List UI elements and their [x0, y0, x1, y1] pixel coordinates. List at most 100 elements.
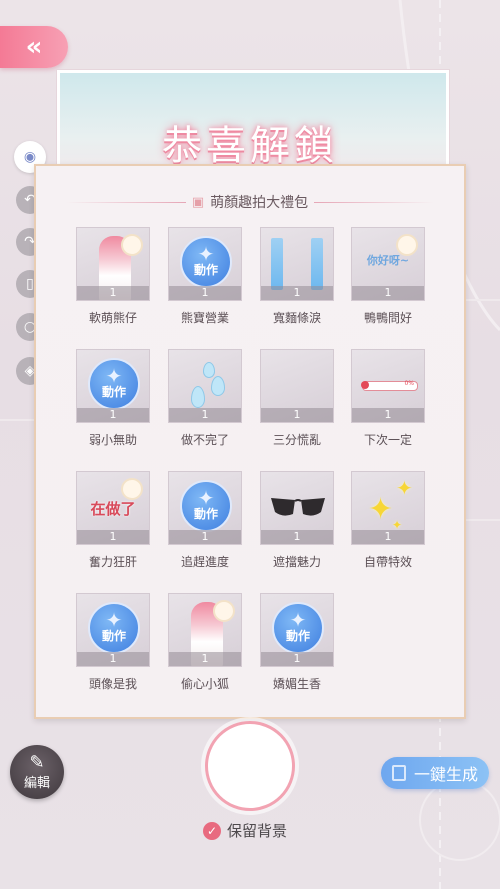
reward-thumbnail: 1: [260, 471, 334, 545]
reward-item-name: 鴨鴨問好: [363, 311, 412, 325]
tear-stream-icon: [271, 238, 283, 290]
reward-item-name: 奮力狂肝: [88, 555, 137, 569]
reward-item-name: 自帶特效: [363, 555, 412, 569]
reward-item[interactable]: 你好呀~ 1 鴨鴨問好: [351, 227, 425, 326]
reward-item-name: 下次一定: [363, 433, 412, 447]
generate-label: 一鍵生成: [413, 765, 478, 784]
reward-item[interactable]: 在做了 1 奮力狂肝: [76, 471, 150, 570]
action-badge: ✦ 動作: [88, 358, 140, 410]
back-button[interactable]: «: [0, 26, 68, 68]
reward-thumbnail: 1: [168, 593, 242, 667]
item-count: 1: [169, 286, 241, 300]
reward-item-name: 弱小無助: [88, 433, 137, 447]
reward-thumbnail: ✦ 動作 1: [76, 593, 150, 667]
item-count: 1: [261, 652, 333, 666]
sunglasses-icon: [271, 498, 325, 516]
reward-item-name: 嬌媚生香: [272, 677, 321, 691]
flower-icon: [121, 234, 143, 256]
keep-background-toggle[interactable]: ✓ 保留背景: [203, 820, 287, 841]
reward-thumbnail: 0% 1: [351, 349, 425, 423]
item-count: 1: [77, 652, 149, 666]
reward-item[interactable]: 1 做不完了: [168, 349, 242, 448]
figure-icon: ✦: [197, 486, 215, 510]
item-count: 1: [352, 530, 424, 544]
reward-thumbnail: ✦ 動作 1: [76, 349, 150, 423]
figure-icon: ✦: [197, 242, 215, 266]
reward-thumbnail: 1: [76, 227, 150, 301]
reward-item-name: 做不完了: [180, 433, 229, 447]
keep-background-label: 保留背景: [227, 822, 288, 840]
reward-item-name: 熊寶營業: [180, 311, 229, 325]
progress-bar-icon: 0%: [361, 380, 418, 391]
item-count: 1: [261, 530, 333, 544]
progress-percent: 0%: [404, 380, 414, 387]
tear-stream-icon: [311, 238, 323, 290]
item-count: 1: [169, 530, 241, 544]
generate-button[interactable]: 一鍵生成: [381, 757, 489, 789]
drop-icon: [191, 386, 205, 408]
reward-thumbnail: ✦ 動作 1: [168, 471, 242, 545]
item-count: 1: [261, 408, 333, 422]
reward-item[interactable]: 1 軟萌熊仔: [76, 227, 150, 326]
reward-item[interactable]: ✦ 動作 1 弱小無助: [76, 349, 150, 448]
item-count: 1: [169, 408, 241, 422]
reward-thumbnail: 1: [168, 349, 242, 423]
unlock-banner-title: 恭喜解鎖: [162, 123, 338, 169]
drop-icon: [203, 362, 215, 378]
reward-item-name: 偷心小狐: [180, 677, 229, 691]
reward-item[interactable]: 1 三分慌亂: [260, 349, 334, 448]
document-icon: [391, 765, 406, 781]
check-icon: ✓: [203, 821, 221, 840]
reward-thumbnail: 1: [260, 349, 334, 423]
item-count: 1: [77, 530, 149, 544]
divider: [314, 201, 435, 203]
item-count: 1: [77, 408, 149, 422]
double-chevron-left-icon: «: [25, 32, 43, 62]
reward-panel: ▣ 萌顏趣拍大禮包 1 軟萌熊仔 ✦ 動作 1 熊寶營業 1 寬麵條淚 你好呀~ 1 鴨鴨問好 ✦ 動作…: [34, 164, 466, 719]
item-count: 1: [169, 652, 241, 666]
reward-item[interactable]: 1 寬麵條淚: [260, 227, 334, 326]
flower-icon: [121, 478, 143, 500]
word-art: 你好呀~: [366, 254, 410, 267]
item-count: 1: [261, 286, 333, 300]
reward-item-name: 追趕進度: [180, 555, 229, 569]
reward-thumbnail: 在做了 1: [76, 471, 150, 545]
reward-item[interactable]: ✦ 動作 1 嬌媚生香: [260, 593, 334, 692]
reward-item[interactable]: ✦ 動作 1 頭像是我: [76, 593, 150, 692]
panel-title: 萌顏趣拍大禮包: [210, 195, 309, 211]
reward-thumbnail: 1: [260, 227, 334, 301]
reward-thumbnail: ✦ 動作 1: [168, 227, 242, 301]
pen-icon: ✎: [29, 751, 45, 773]
drop-icon: [211, 376, 225, 396]
action-badge: ✦ 動作: [272, 602, 324, 654]
edit-button[interactable]: ✎ 編輯: [10, 745, 64, 799]
flower-icon: [213, 600, 235, 622]
figure-icon: ✦: [105, 608, 123, 632]
gift-icon: ▣: [191, 194, 205, 210]
reward-item[interactable]: 0% 1 下次一定: [351, 349, 425, 448]
reward-thumbnail: 你好呀~ 1: [351, 227, 425, 301]
reward-thumbnail: ✦ 動作 1: [260, 593, 334, 667]
progress-dot: [361, 381, 369, 389]
reward-item-name: 寬麵條淚: [272, 311, 321, 325]
action-badge: ✦ 動作: [180, 480, 232, 532]
reward-item[interactable]: 1 遮擋魅力: [260, 471, 334, 570]
item-count: 1: [352, 408, 424, 422]
item-count: 1: [352, 286, 424, 300]
reward-item-name: 頭像是我: [88, 677, 137, 691]
panel-header: ▣ 萌顏趣拍大禮包: [36, 192, 464, 212]
reward-thumbnail: ✦ ✦ ✦ 1: [351, 471, 425, 545]
action-badge: ✦ 動作: [88, 602, 140, 654]
figure-icon: ✦: [105, 364, 123, 388]
sparkle-icon: ✦: [368, 492, 394, 527]
word-art: 在做了: [90, 500, 136, 518]
reward-item[interactable]: ✦ 動作 1 追趕進度: [168, 471, 242, 570]
item-count: 1: [77, 286, 149, 300]
sparkle-icon: ✦: [396, 476, 413, 500]
reward-item-name: 軟萌熊仔: [88, 311, 137, 325]
figure-icon: ✦: [289, 608, 307, 632]
reward-item[interactable]: ✦ ✦ ✦ 1 自帶特效: [351, 471, 425, 570]
shutter-button[interactable]: [205, 721, 295, 811]
reward-item[interactable]: ✦ 動作 1 熊寶營業: [168, 227, 242, 326]
reward-item[interactable]: 1 偷心小狐: [168, 593, 242, 692]
